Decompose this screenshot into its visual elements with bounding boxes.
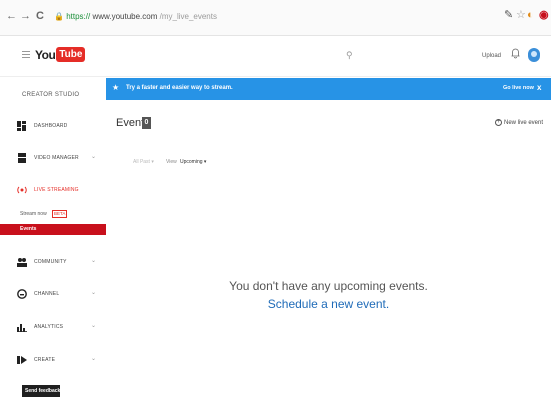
chevron-down-icon: ⌄ [91,258,97,264]
live-streaming-icon [17,186,27,194]
youtube-header: You Tube ⚲ Upload [0,37,551,77]
sidebar-item-label: VIDEO MANAGER [34,155,79,161]
events-count-badge: 0 [142,117,151,129]
sidebar-subitem-label: Events [20,226,37,232]
extension-icon[interactable]: ✎ [504,8,513,22]
go-live-now-button[interactable]: Go live now [503,85,534,91]
logo-you-text: You [35,47,56,62]
add-icon: + [495,119,502,126]
star-icon: ★ [112,83,120,92]
sidebar-item-live-streaming[interactable]: LIVE STREAMING [0,184,106,198]
logo-tube-text: Tube [56,47,86,62]
create-icon [17,356,27,364]
dashboard-icon [17,121,26,131]
community-icon [17,258,27,267]
upcoming-filter-dropdown[interactable]: Upcoming ▾ [180,159,206,165]
sidebar-item-channel[interactable]: CHANNEL ⌄ [0,288,106,302]
sidebar-item-create[interactable]: CREATE ⌄ [0,354,106,368]
sidebar-item-label: ANALYTICS [34,324,64,330]
schedule-new-event-link[interactable]: Schedule a new event. [106,297,551,311]
chevron-down-icon: ⌄ [91,290,97,296]
search-icon[interactable]: ⚲ [346,50,353,61]
extension-orange-icon[interactable]: ◐ [527,8,534,22]
analytics-icon [17,324,27,332]
sidebar-item-label: CREATE [34,357,56,363]
sidebar-item-dashboard[interactable]: DASHBOARD [0,120,106,134]
sidebar-item-analytics[interactable]: ANALYTICS ⌄ [0,321,106,335]
extension-red-icon[interactable]: ◉ [539,8,549,22]
url-scheme: https:// [66,12,91,21]
address-bar[interactable]: 🔒 https:// www.youtube.com /my_live_even… [54,12,217,21]
back-icon[interactable]: ← [6,10,17,22]
url-path: /my_live_events [159,12,217,21]
close-icon[interactable]: x [537,83,541,92]
video-manager-icon [18,153,26,163]
new-live-event-button[interactable]: + New live event [495,119,543,126]
beta-badge: BETA [52,210,68,218]
sidebar-item-label: COMMUNITY [34,259,67,265]
sidebar: CREATOR STUDIO DASHBOARD VIDEO MANAGER ⌄… [0,78,106,400]
promo-banner: ★ Try a faster and easier way to stream.… [106,78,551,100]
menu-icon[interactable] [22,51,30,58]
sidebar-subitem-label: Stream now [20,211,47,217]
upload-button[interactable]: Upload [482,53,501,59]
notifications-bell-icon[interactable] [511,48,520,59]
reload-icon[interactable]: C [36,10,44,22]
lock-icon: 🔒 [54,12,64,21]
view-label: View [166,159,177,165]
bookmark-star-icon[interactable]: ☆ [516,8,526,22]
sidebar-item-label: CHANNEL [34,291,60,297]
banner-message: Try a faster and easier way to stream. [126,85,233,91]
new-live-event-label: New live event [504,120,544,127]
channel-icon [17,289,27,299]
youtube-logo[interactable]: You Tube [35,47,86,62]
empty-state-message: You don't have any upcoming events. [229,279,428,293]
forward-icon[interactable]: → [20,10,31,22]
sidebar-item-label: LIVE STREAMING [34,187,79,193]
creator-studio-title: CREATOR STUDIO [22,92,80,98]
sidebar-item-community[interactable]: COMMUNITY ⌄ [0,256,106,270]
chevron-down-icon: ⌄ [91,154,97,160]
browser-toolbar: ← → C 🔒 https:// www.youtube.com /my_liv… [0,0,551,36]
sidebar-item-label: DASHBOARD [34,123,68,129]
url-host: www.youtube.com [92,12,158,21]
past-filter-dropdown[interactable]: All Past ▾ [133,159,154,165]
chevron-down-icon: ⌄ [91,323,97,329]
chevron-down-icon: ⌄ [91,356,97,362]
send-feedback-button[interactable]: Send feedback [22,385,60,397]
sidebar-item-video-manager[interactable]: VIDEO MANAGER ⌄ [0,152,106,166]
sidebar-subitem-stream-now[interactable]: Stream now BETA [0,209,106,220]
avatar[interactable] [528,48,540,62]
sidebar-subitem-events[interactable]: Events [0,224,106,235]
